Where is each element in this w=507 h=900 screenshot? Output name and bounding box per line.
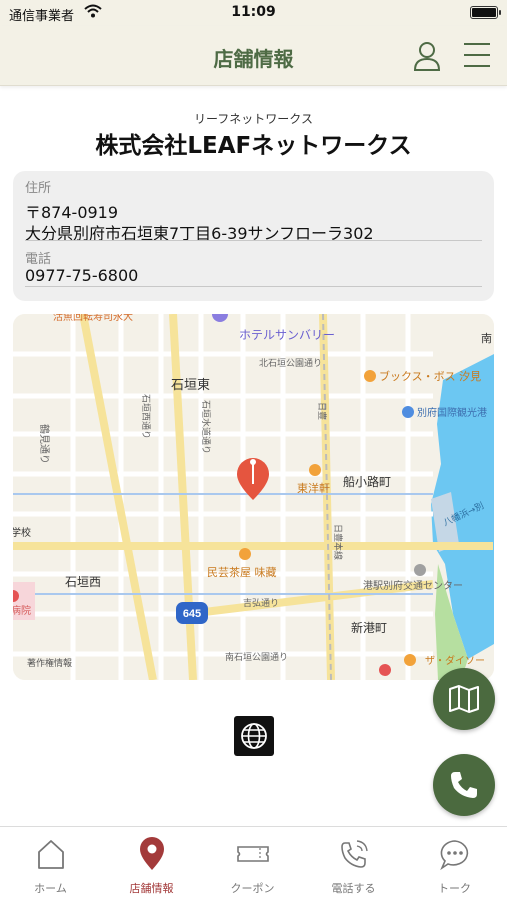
tab-call[interactable]: 電話する [303,827,404,900]
map-label: 石垣西通り [140,394,151,439]
tab-label: クーポン [230,882,275,895]
open-map-button[interactable] [433,668,495,730]
map-canvas[interactable]: 645 活魚回転寿司永大 ホテルサンバリー 北石垣公園通り 石垣東 石垣西通り … [13,314,494,680]
phone-label: 電話 [25,252,52,267]
company-name: 株式会社LEAFネットワークス [95,133,412,159]
map-label: 学校 [13,526,31,539]
map-label: 別府国際観光港 [417,406,487,419]
tab-label: トーク [438,882,471,895]
address-label: 住所 [25,181,52,196]
tab-label: 店舗情報 [129,882,174,895]
store-map[interactable]: 645 活魚回転寿司永大 ホテルサンバリー 北石垣公園通り 石垣東 石垣西通り … [13,314,494,680]
tab-home[interactable]: ホーム [0,827,101,900]
user-icon[interactable] [412,40,442,72]
chat-bubble-icon [440,840,469,871]
map-label: 鶴見通り [38,424,51,464]
map-label: 港駅別府交通センター [363,579,463,592]
map-label: 石垣東 [171,377,210,393]
battery-icon [470,6,501,19]
map-label: 南石垣公園通り [225,651,288,663]
route-number: 645 [183,608,201,620]
status-time: 11:09 [231,4,276,20]
map-label: 民芸茶屋 味藏 [207,566,277,579]
map-label: 新港町 [351,620,387,635]
map-label: 石垣西 [65,575,101,589]
map-label: 日豊 [316,402,328,420]
map-label: 南 [481,332,492,345]
map-pin-icon [140,837,164,870]
phone-icon [341,840,368,868]
map-label: 吉弘通り [243,598,279,609]
tab-store-info[interactable]: 店舗情報 [101,827,202,900]
ticket-icon [237,846,269,862]
map-copyright-link[interactable]: 著作権情報 [27,657,72,669]
website-button[interactable] [234,716,274,756]
map-label: ホテルサンバリー [239,328,335,342]
globe-icon [241,723,267,749]
map-label: 石垣水道通り [200,400,212,454]
map-label: ブックス・ボス 汐見 [379,369,481,383]
status-bar: 通信事業者 11:09 [0,0,507,26]
bottom-tab-bar: ホーム 店舗情報 クーポン 電話する トーク [0,826,507,900]
map-label: 活魚回転寿司永大 [53,314,133,323]
map-label: ザ・ダイソー [425,654,485,667]
map-label: 日豊本線 [332,524,344,560]
tab-label: ホーム [34,882,67,895]
map-label: 東洋軒 [297,481,330,495]
home-icon [38,840,64,869]
call-button[interactable] [433,754,495,816]
tab-talk[interactable]: トーク [404,827,505,900]
store-info-card: 住所 〒874-0919 大分県別府市石垣東7丁目6-39サンフローラ302 電… [13,171,494,301]
phone-value[interactable]: 0977-75-6800 [25,266,138,285]
folded-map-icon [449,685,479,713]
map-label: 病院 [13,604,31,617]
tab-label: 電話する [331,882,376,895]
nav-header: 店舗情報 [0,26,507,86]
tab-coupon[interactable]: クーポン [202,827,303,900]
divider [25,286,482,287]
phone-icon [451,772,477,798]
company-name-kana: リーフネットワークス [194,112,313,126]
hamburger-menu-icon[interactable] [462,40,492,70]
map-label: 北石垣公園通り [259,358,322,369]
divider [25,240,482,241]
map-label: 船小路町 [343,474,391,489]
